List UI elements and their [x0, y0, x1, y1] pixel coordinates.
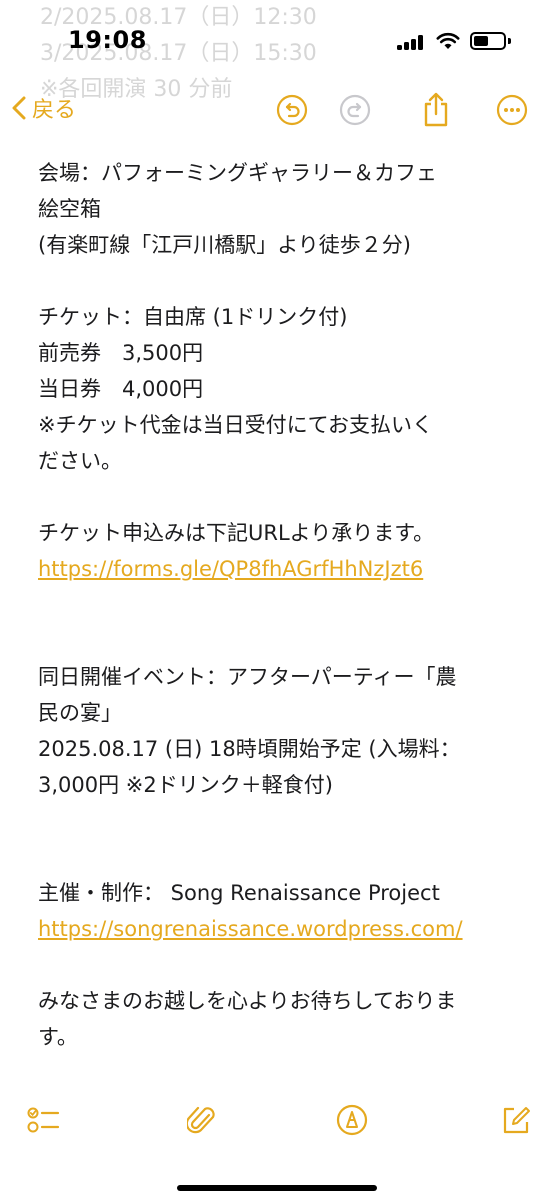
battery-icon: [470, 32, 506, 50]
note-link[interactable]: https://songrenaissance.wordpress.com/: [38, 911, 518, 947]
checklist-icon: [27, 1107, 60, 1133]
status-bar: 19:08: [0, 0, 554, 80]
note-line: みなさまのお越しを心よりお待ちしておりま: [38, 989, 457, 1013]
more-button[interactable]: [490, 88, 534, 132]
note-blank-line: [38, 587, 518, 623]
share-button[interactable]: [414, 88, 458, 132]
back-button[interactable]: 戻る: [12, 92, 76, 124]
note-blank-line: [38, 263, 518, 299]
note-line: 当日券 4,000円: [38, 377, 204, 401]
share-icon: [424, 92, 448, 127]
compose-icon: [503, 1107, 530, 1134]
back-label: 戻る: [32, 98, 77, 123]
attachment-icon: [187, 1106, 215, 1134]
note-line: す。: [38, 1025, 78, 1049]
note-line: 3,000円 ※2ドリンク＋軽食付): [38, 773, 333, 797]
bottom-toolbar: [0, 1090, 554, 1150]
note-line: 同日開催イベント：アフターパーティー「農: [38, 665, 457, 689]
cellular-signal-icon: [397, 35, 427, 50]
home-indicator[interactable]: [177, 1185, 377, 1191]
note-line: ※チケット代金は当日受付にてお支払いく: [38, 413, 433, 437]
checklist-button[interactable]: [22, 1098, 66, 1142]
note-line: ださい。: [38, 449, 122, 473]
note-line: 主催・制作： Song Renaissance Project: [38, 881, 440, 905]
note-line: 前売券 3,500円: [38, 341, 204, 365]
markup-button[interactable]: [330, 1098, 374, 1142]
note-line: 絵空箱: [38, 197, 101, 221]
wifi-icon: [436, 32, 460, 49]
note-blank-line: [38, 623, 518, 659]
note-line: (有楽町線「江戸川橋駅」より徒歩２分): [38, 233, 411, 257]
note-line: チケット申込みは下記URLより承ります。: [38, 521, 435, 545]
note-blank-line: [38, 947, 518, 983]
note-line: 民の宴」: [38, 701, 122, 725]
redo-button[interactable]: [333, 88, 377, 132]
note-line: 2025.08.17 (日) 18時頃開始予定 (入場料：: [38, 737, 461, 761]
compose-button[interactable]: [494, 1098, 538, 1142]
attachment-button[interactable]: [180, 1098, 224, 1142]
more-icon: [496, 94, 528, 126]
note-blank-line: [38, 803, 518, 839]
battery-cap: [508, 38, 511, 44]
note-link[interactable]: https://forms.gle/QP8fhAGrfHhNzJzt6: [38, 551, 518, 587]
note-blank-line: [38, 839, 518, 875]
back-chevron-icon: [12, 96, 26, 120]
note-body[interactable]: 会場：パフォーミングギャラリー＆カフェ 絵空箱 (有楽町線「江戸川橋駅」より徒歩２分…: [38, 155, 518, 1055]
markup-icon: [336, 1104, 368, 1136]
note-line: チケット：自由席 (1ドリンク付): [38, 305, 348, 329]
redo-icon: [339, 94, 371, 126]
undo-icon: [276, 94, 308, 126]
status-time: 19:08: [68, 26, 147, 54]
navigation-bar: 戻る: [0, 80, 554, 140]
note-line: 会場：パフォーミングギャラリー＆カフェ: [38, 161, 437, 185]
battery-level: [474, 36, 488, 46]
undo-button[interactable]: [270, 88, 314, 132]
note-blank-line: [38, 479, 518, 515]
